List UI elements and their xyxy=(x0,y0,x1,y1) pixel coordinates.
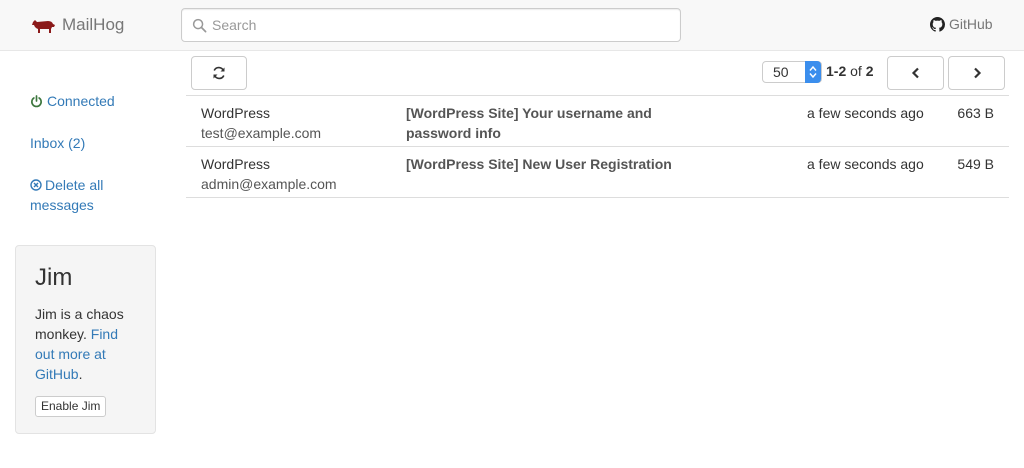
power-icon xyxy=(31,94,42,107)
circle-x-icon xyxy=(30,179,42,191)
message-size: 549 B xyxy=(957,156,994,172)
previous-page-button[interactable] xyxy=(887,56,944,90)
paging-info: 1-2 of 2 xyxy=(826,63,874,79)
github-label: GitHub xyxy=(949,16,993,32)
search-box xyxy=(181,8,681,42)
navbar: MailHog GitHub xyxy=(0,0,1024,51)
message-from-name: WordPress xyxy=(201,156,270,172)
message-from-name: WordPress xyxy=(201,105,270,121)
paging-range: 1-2 xyxy=(826,63,847,79)
github-icon xyxy=(930,16,945,32)
brand-link[interactable]: MailHog xyxy=(31,14,124,36)
per-page-value: 50 xyxy=(773,64,789,80)
paging-of: of xyxy=(850,63,862,79)
brand-name: MailHog xyxy=(62,15,125,34)
delete-all-messages-link[interactable]: Delete all messages xyxy=(30,175,130,215)
refresh-icon xyxy=(213,66,225,80)
refresh-button[interactable] xyxy=(191,56,247,90)
message-from-email: test@example.com xyxy=(201,125,322,141)
message-list: WordPress test@example.com [WordPress Si… xyxy=(186,95,1009,198)
github-link[interactable]: GitHub xyxy=(930,16,993,32)
per-page-select[interactable]: 50 xyxy=(762,61,822,83)
connection-status[interactable]: Connected xyxy=(30,91,115,111)
message-subject: [WordPress Site] Your username and passw… xyxy=(406,105,652,141)
enable-jim-button[interactable]: Enable Jim xyxy=(35,396,107,417)
search-icon xyxy=(192,18,207,33)
message-from-email: admin@example.com xyxy=(201,176,337,192)
connection-status-label: Connected xyxy=(47,93,115,109)
search-input[interactable] xyxy=(212,9,672,41)
chevron-right-icon xyxy=(973,67,981,79)
next-page-button[interactable] xyxy=(948,56,1005,90)
jim-panel: Jim Jim is a chaos monkey. Find out more… xyxy=(15,245,156,434)
stepper-icon xyxy=(809,65,817,79)
message-time: a few seconds ago xyxy=(807,156,924,172)
chevron-left-icon xyxy=(911,67,919,79)
jim-desc-suffix: . xyxy=(78,366,83,382)
message-row[interactable]: WordPress admin@example.com [WordPress S… xyxy=(186,147,1009,198)
per-page-stepper[interactable] xyxy=(805,61,821,83)
message-row[interactable]: WordPress test@example.com [WordPress Si… xyxy=(186,96,1009,147)
message-size: 663 B xyxy=(957,105,994,121)
sidebar-item-inbox[interactable]: Inbox (2) xyxy=(30,133,85,153)
message-subject: [WordPress Site] New User Registration xyxy=(406,156,672,172)
message-time: a few seconds ago xyxy=(807,105,924,121)
paging-total: 2 xyxy=(865,63,874,79)
jim-title: Jim xyxy=(35,264,73,291)
jim-description: Jim is a chaos monkey. Find out more at … xyxy=(35,304,136,384)
pig-logo-icon xyxy=(32,20,55,33)
